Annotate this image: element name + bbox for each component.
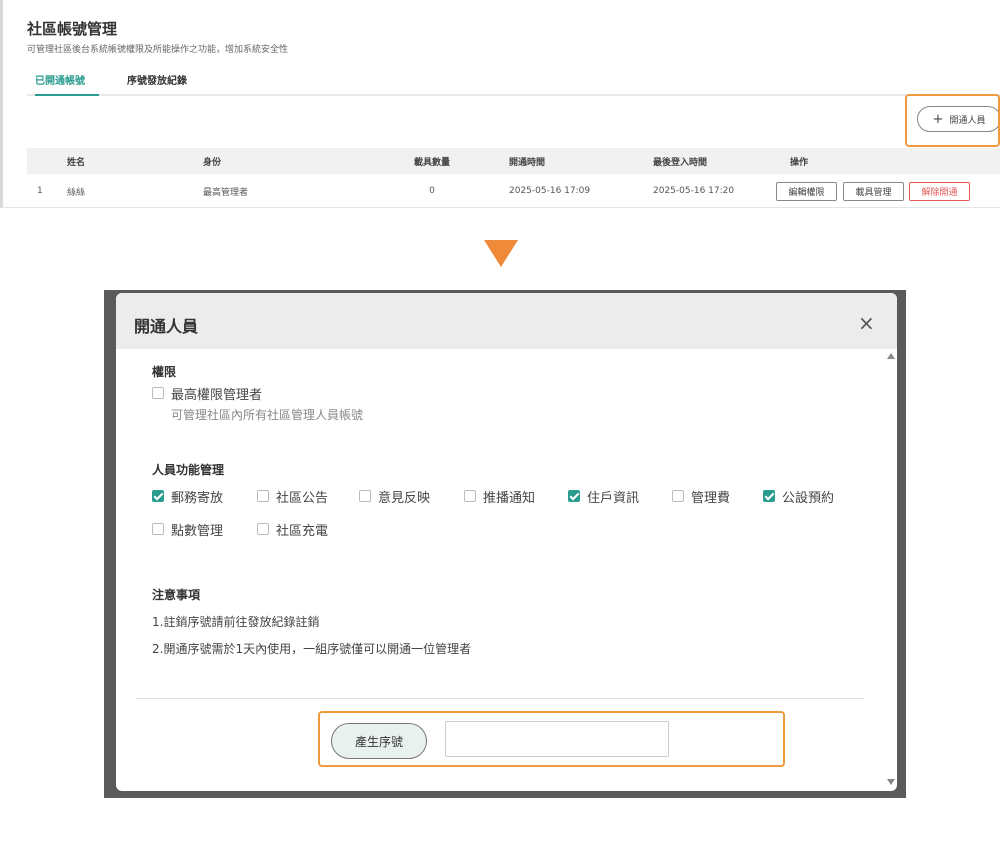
row-index: 1 (37, 186, 43, 196)
function-label: 點數管理 (171, 523, 224, 539)
dialog-title: 開通人員 (134, 317, 199, 336)
close-icon[interactable]: × (858, 311, 875, 335)
function-label: 郵務寄放 (171, 490, 224, 506)
down-arrow-icon (484, 240, 518, 267)
scroll-up-icon[interactable] (887, 353, 895, 359)
dialog-header: 開通人員 × (116, 293, 897, 349)
function-facility[interactable]: 公設預約 (763, 487, 835, 506)
tab-bar: 已開通帳號 序號發放紀錄 (27, 70, 1000, 96)
function-label: 推播通知 (483, 490, 536, 506)
table-header: 姓名 身份 載具數量 開通時間 最後登入時間 操作 (27, 148, 1000, 174)
revoke-button[interactable]: 解除開通 (909, 182, 970, 201)
function-label: 社區充電 (276, 523, 329, 539)
checkbox-icon (257, 523, 269, 535)
scroll-down-icon[interactable] (887, 779, 895, 785)
highlight-generate-serial (318, 711, 785, 767)
function-resident-info[interactable]: 住戶資訊 (568, 487, 640, 506)
super-admin-label: 最高權限管理者 (171, 387, 263, 403)
header-actions: 操作 (790, 157, 809, 168)
function-announcement[interactable]: 社區公告 (257, 487, 329, 506)
permission-title: 權限 (152, 365, 177, 379)
function-push[interactable]: 推播通知 (464, 487, 536, 506)
page-subtitle: 可管理社區後台系統帳號權限及所能操作之功能，增加系統安全性 (27, 45, 289, 55)
checkbox-checked-icon (568, 490, 580, 502)
checkbox-icon (464, 490, 476, 502)
header-opened: 開通時間 (509, 157, 546, 168)
checkbox-icon (152, 523, 164, 535)
checkbox-checked-icon (152, 490, 164, 502)
function-points[interactable]: 點數管理 (152, 520, 224, 539)
edit-permission-button[interactable]: 編輯權限 (776, 182, 837, 201)
scrollbar[interactable] (884, 349, 897, 791)
tab-serial-records[interactable]: 序號發放紀錄 (127, 72, 187, 96)
checkbox-icon (152, 387, 164, 399)
checkbox-icon (672, 490, 684, 502)
table-row: 1 絲絲 最高管理者 0 2025-05-16 17:09 2025-05-16… (27, 176, 1000, 206)
divider (136, 698, 864, 699)
function-charging[interactable]: 社區充電 (257, 520, 329, 539)
page-title: 社區帳號管理 (27, 20, 118, 38)
note-line-2: 2.開通序號需於1天內使用，一組序號僅可以開通一位管理者 (152, 642, 472, 656)
device-management-button[interactable]: 載具管理 (843, 182, 904, 201)
row-opened: 2025-05-16 17:09 (509, 186, 591, 196)
row-name: 絲絲 (67, 187, 86, 198)
row-devices: 0 (429, 186, 435, 196)
account-management-panel: 社區帳號管理 可管理社區後台系統帳號權限及所能操作之功能，增加系統安全性 已開通… (0, 0, 1000, 208)
function-mail[interactable]: 郵務寄放 (152, 487, 224, 506)
function-label: 公設預約 (782, 490, 835, 506)
super-admin-hint: 可管理社區內所有社區管理人員帳號 (171, 408, 364, 422)
function-label: 社區公告 (276, 490, 329, 506)
functions-title: 人員功能管理 (152, 463, 225, 477)
header-role: 身份 (203, 157, 222, 168)
header-last-login: 最後登入時間 (653, 157, 708, 168)
function-label: 管理費 (691, 490, 731, 506)
checkbox-icon (359, 490, 371, 502)
notes-title: 注意事項 (152, 588, 201, 602)
function-feedback[interactable]: 意見反映 (359, 487, 431, 506)
function-label: 意見反映 (378, 490, 431, 506)
note-line-1: 1.註銷序號請前往發放紀錄註銷 (152, 615, 320, 629)
checkbox-checked-icon (763, 490, 775, 502)
checkbox-icon (257, 490, 269, 502)
highlight-add-member (905, 94, 1000, 147)
header-devices: 載具數量 (413, 157, 450, 168)
function-fee[interactable]: 管理費 (672, 487, 731, 506)
super-admin-checkbox[interactable]: 最高權限管理者 (152, 384, 263, 403)
function-label: 住戶資訊 (587, 490, 640, 506)
header-name: 姓名 (67, 157, 86, 168)
tab-opened-accounts[interactable]: 已開通帳號 (35, 72, 99, 96)
row-role: 最高管理者 (203, 187, 249, 198)
row-last-login: 2025-05-16 17:20 (653, 186, 735, 196)
